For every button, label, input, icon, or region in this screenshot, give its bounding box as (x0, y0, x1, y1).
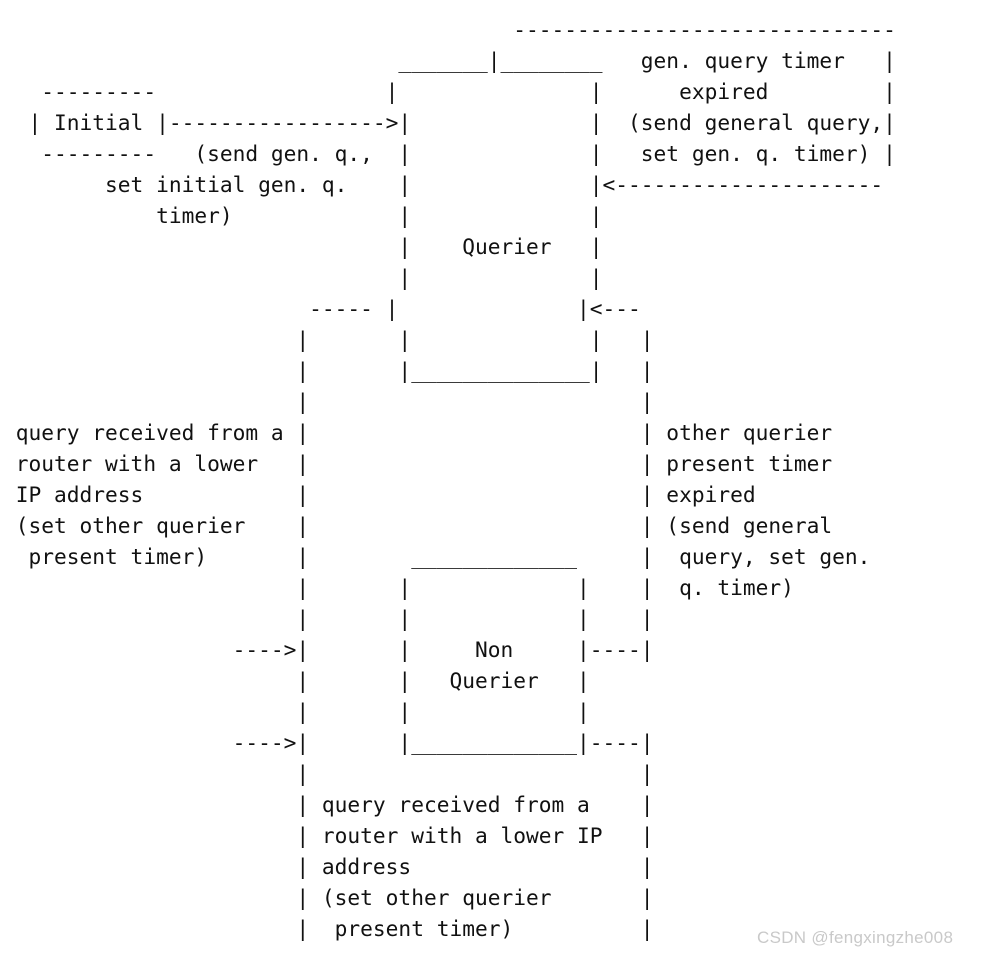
art-row: set initial gen. q. | |<----------------… (3, 172, 884, 197)
art-row: --------- | | expired | (3, 79, 896, 104)
art-row: | |______________| | (3, 358, 654, 383)
art-row: | | | | (3, 606, 654, 631)
art-row: query received from a | | other querier (3, 420, 833, 445)
art-row: ---->| |_____________|----| (3, 730, 654, 755)
art-row: (set other querier | | (send general (3, 513, 833, 538)
art-row: --------- (send gen. q., | | set gen. q.… (3, 141, 896, 166)
art-row: IP address | | expired (3, 482, 756, 507)
art-row: | | (3, 265, 603, 290)
art-row: present timer) | _____________ | query, … (3, 544, 871, 569)
art-row: | | Querier | (3, 668, 590, 693)
art-row: | (set other querier | (3, 885, 654, 910)
art-row: ----- | |<--- (3, 296, 641, 321)
art-row: | | (3, 761, 654, 786)
art-row: _______|________ gen. query timer | (3, 48, 896, 73)
art-row: | router with a lower IP | (3, 823, 654, 848)
art-row: timer) | | (3, 203, 603, 228)
art-row: | | | | (3, 327, 654, 352)
art-row: router with a lower | | present timer (3, 451, 833, 476)
art-row: | query received from a | (3, 792, 654, 817)
art-row: ---->| | Non |----| (3, 637, 654, 662)
art-row: | | | | q. timer) (3, 575, 794, 600)
art-row: | address | (3, 854, 654, 879)
ascii-state-diagram: ------------------------------ _______|_… (3, 14, 896, 944)
art-row: | | | (3, 699, 590, 724)
csdn-watermark: CSDN @fengxingzhe008 (757, 928, 954, 947)
art-row: | Querier | (3, 234, 603, 259)
art-row: | Initial |----------------->| | (send g… (3, 110, 896, 135)
art-row: ------------------------------ (3, 17, 896, 42)
art-row: | | (3, 389, 654, 414)
